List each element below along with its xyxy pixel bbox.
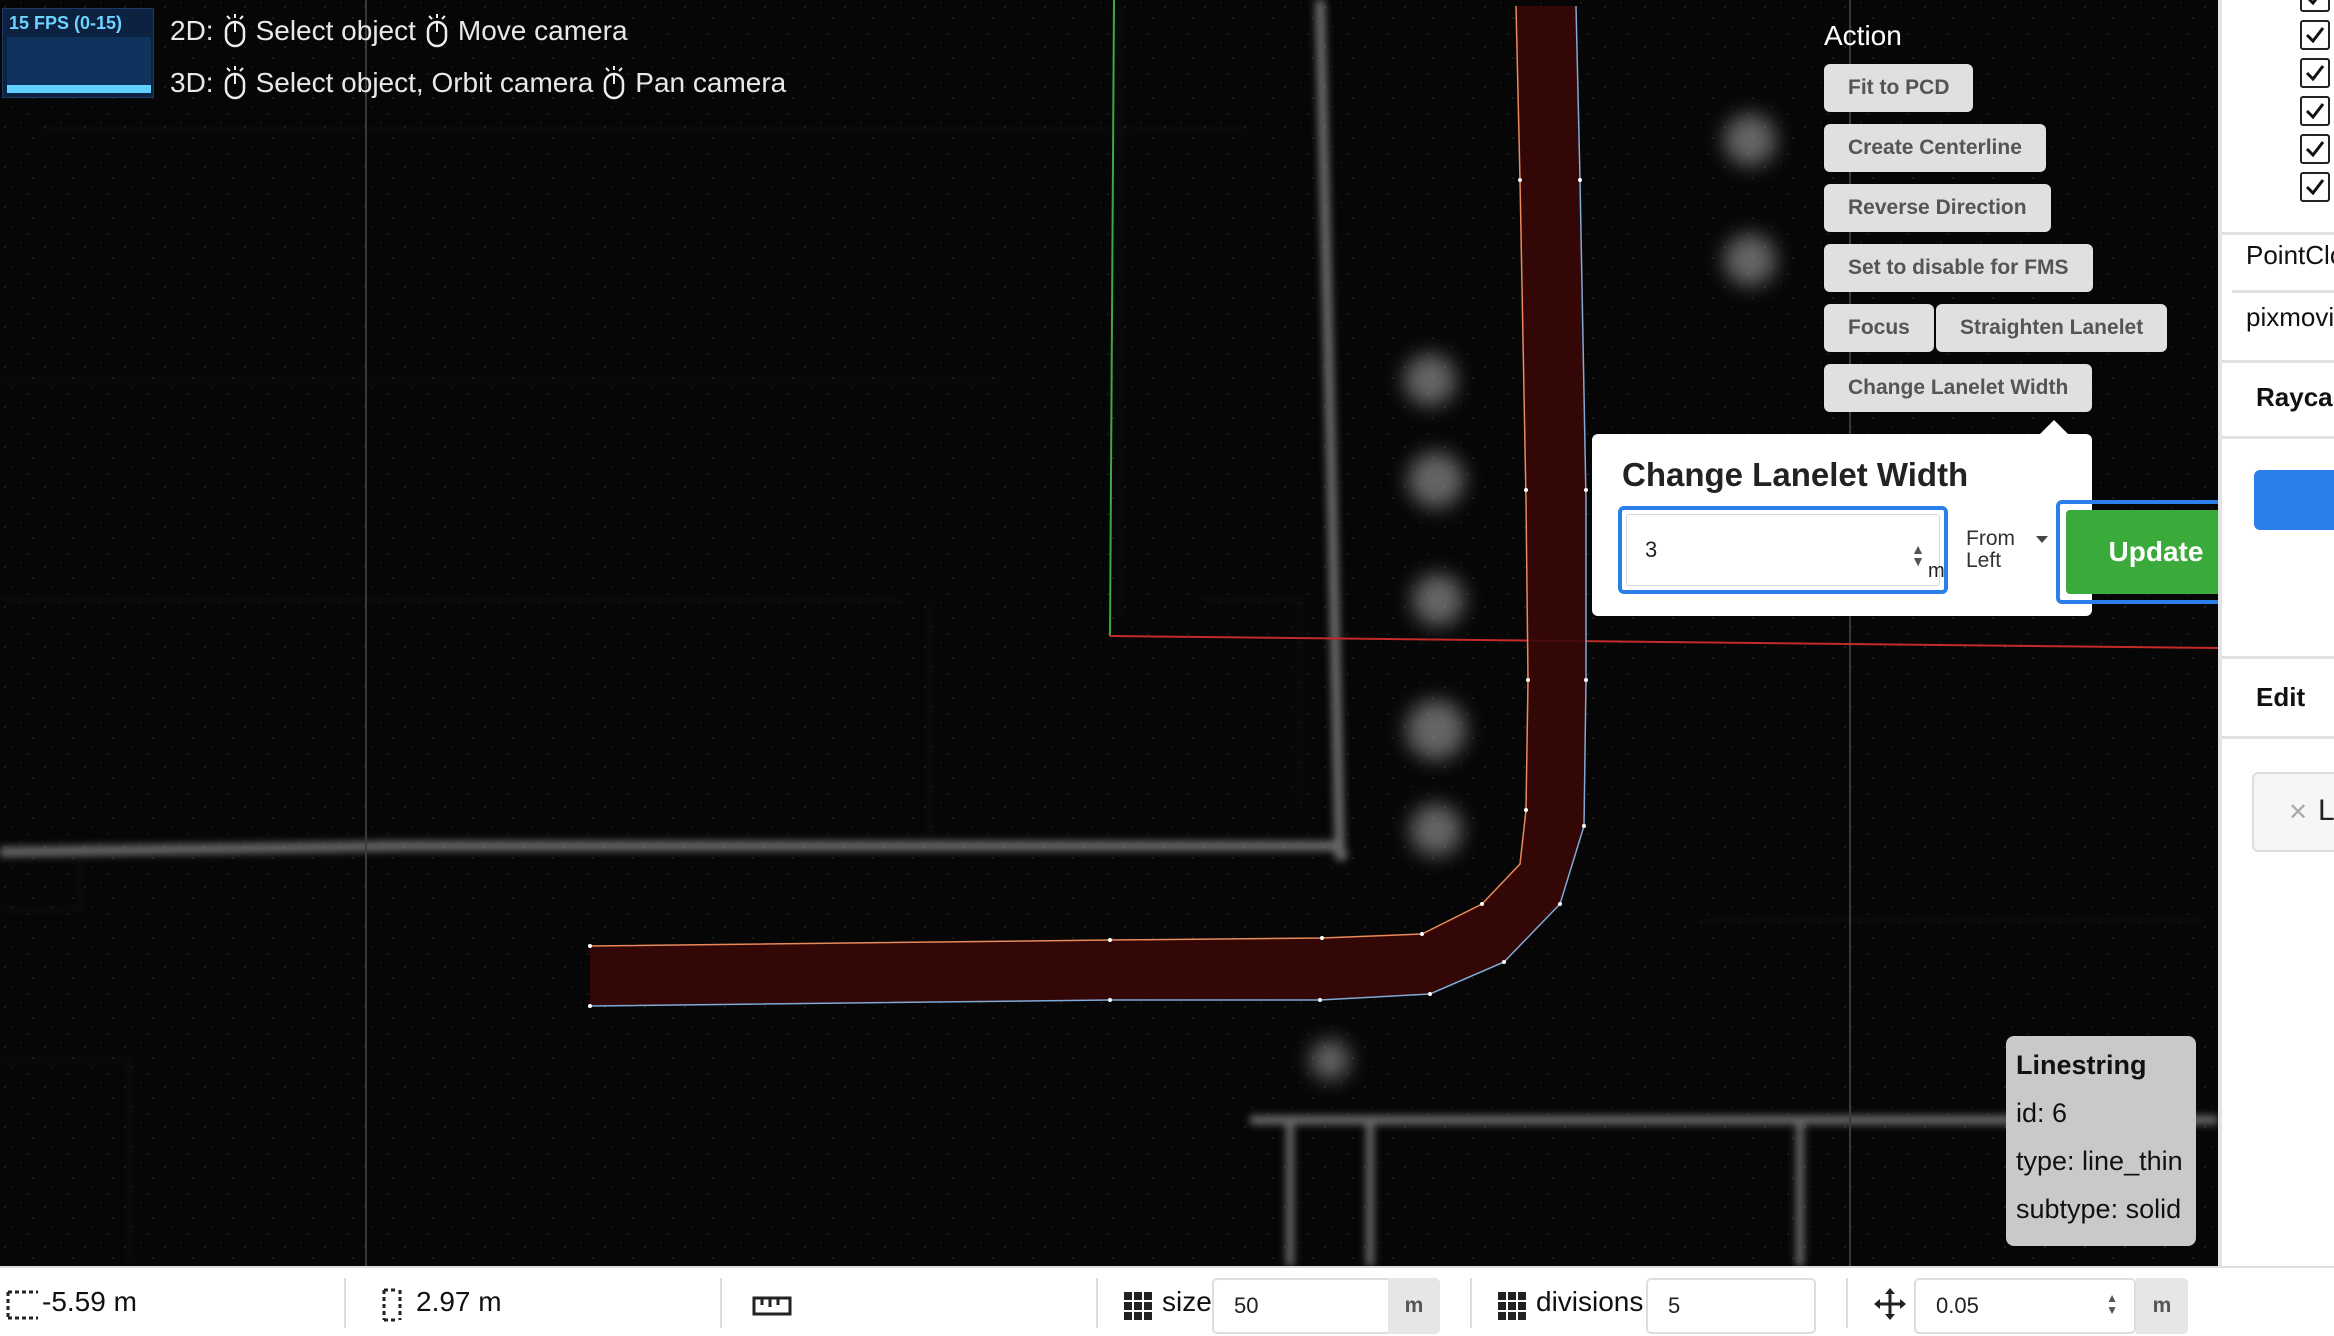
- layer-checkbox[interactable]: [2300, 172, 2330, 202]
- map-viewport[interactable]: 15 FPS (0-15) 2D: Select object Move cam…: [0, 0, 2218, 1266]
- direction-value: From Left: [1966, 527, 2015, 572]
- fps-meter: 15 FPS (0-15): [2, 8, 154, 98]
- mouse-right-icon: [426, 14, 448, 48]
- ruler-icon[interactable]: [752, 1294, 792, 1318]
- grid-icon: [1124, 1292, 1152, 1320]
- fit-to-pcd-button[interactable]: Fit to PCD: [1824, 64, 1974, 112]
- straighten-lanelet-button[interactable]: Straighten Lanelet: [1936, 304, 2168, 352]
- info-id: id: 6: [2016, 1098, 2068, 1128]
- mouse-left-icon: [224, 66, 245, 100]
- hint-3d-select: Select object, Orbit camera: [255, 67, 594, 98]
- hint-3d-prefix: 3D:: [170, 67, 214, 98]
- hint-2d-select: Select object: [255, 15, 416, 46]
- size-input[interactable]: 50: [1212, 1278, 1392, 1334]
- layer-checkbox[interactable]: [2300, 0, 2330, 12]
- info-title: Linestring: [2016, 1050, 2147, 1080]
- linestring-info: Linestring id: 6 type: line_thin subtype…: [2006, 1036, 2196, 1246]
- change-lanelet-width-button[interactable]: Change Lanelet Width: [1824, 364, 2093, 412]
- fps-label: 15 FPS (0-15): [9, 13, 123, 33]
- reverse-direction-button[interactable]: Reverse Direction: [1824, 184, 2051, 232]
- stepper-icon[interactable]: ▲ ▼: [2106, 1292, 2118, 1316]
- snap-value[interactable]: 0.05: [1936, 1293, 1979, 1319]
- width-value[interactable]: 3: [1645, 537, 1657, 563]
- y-coordinate-icon: [382, 1288, 402, 1322]
- layer-checkbox[interactable]: [2300, 20, 2330, 50]
- pointcloud-label: PointClo: [2246, 240, 2334, 270]
- caret-down-icon: [2036, 536, 2048, 543]
- info-subtype: subtype: solid: [2016, 1194, 2182, 1224]
- ll-button[interactable]: ✕ Ll: [2252, 772, 2334, 852]
- hint-2d: 2D: Select object Move camera: [170, 14, 628, 48]
- y-coordinate-value: 2.97 m: [416, 1286, 502, 1317]
- popup-title: Change Lanelet Width: [1622, 456, 1969, 493]
- hint-3d: 3D: Select object, Orbit camera Pan came…: [170, 66, 786, 100]
- edit-label[interactable]: Edit: [2256, 682, 2305, 713]
- side-panel: PointClo pixmovi Raycas Edit ✕ Ll: [2218, 0, 2334, 1276]
- width-unit: m: [1928, 560, 1945, 582]
- divisions-grid-icon: [1498, 1292, 1526, 1320]
- side-blue-button[interactable]: [2254, 470, 2334, 530]
- pointcloud-file[interactable]: pixmovi: [2246, 302, 2334, 333]
- change-width-popup: Change Lanelet Width 3 ▲ ▼ m From Left: [1592, 434, 2092, 616]
- hint-2d-move: Move camera: [457, 15, 628, 46]
- action-title: Action: [1824, 20, 1902, 51]
- layer-checkbox[interactable]: [2300, 134, 2330, 164]
- layer-checkbox[interactable]: [2300, 96, 2330, 126]
- set-disable-fms-button[interactable]: Set to disable for FMS: [1824, 244, 2093, 292]
- hint-2d-prefix: 2D:: [170, 15, 214, 46]
- move-arrows-icon: [1874, 1288, 1906, 1320]
- create-centerline-button[interactable]: Create Centerline: [1824, 124, 2046, 172]
- app-root: 15 FPS (0-15) 2D: Select object Move cam…: [0, 0, 2334, 1336]
- close-icon: ✕: [2288, 799, 2309, 826]
- ll-button-label: Ll: [2318, 794, 2334, 827]
- bottom-toolbar: -5.59 m 2.97 m size 50 m divisions 5 0.0…: [0, 1266, 2334, 1336]
- snap-input[interactable]: 0.05 ▲ ▼: [1914, 1278, 2136, 1334]
- snap-unit: m: [2136, 1278, 2188, 1334]
- raycast-label[interactable]: Raycas: [2256, 382, 2334, 413]
- size-label: size: [1162, 1286, 1212, 1317]
- focus-button[interactable]: Focus: [1824, 304, 1934, 352]
- info-type: type: line_thin: [2016, 1146, 2183, 1176]
- mouse-right-icon: [604, 66, 625, 100]
- hint-3d-pan: Pan camera: [635, 67, 787, 98]
- divisions-input[interactable]: 5: [1646, 1278, 1816, 1334]
- mouse-left-icon: [224, 14, 245, 48]
- layer-checkbox[interactable]: [2300, 58, 2330, 88]
- direction-select[interactable]: From Left: [1966, 516, 2056, 586]
- stepper-icon[interactable]: ▲ ▼: [1911, 542, 1925, 568]
- x-coordinate-value: -5.59 m: [42, 1286, 137, 1317]
- width-input[interactable]: 3 ▲ ▼: [1618, 506, 1948, 594]
- divisions-label: divisions: [1536, 1286, 1644, 1317]
- x-coordinate-icon: [6, 1290, 38, 1320]
- size-unit: m: [1388, 1278, 1440, 1334]
